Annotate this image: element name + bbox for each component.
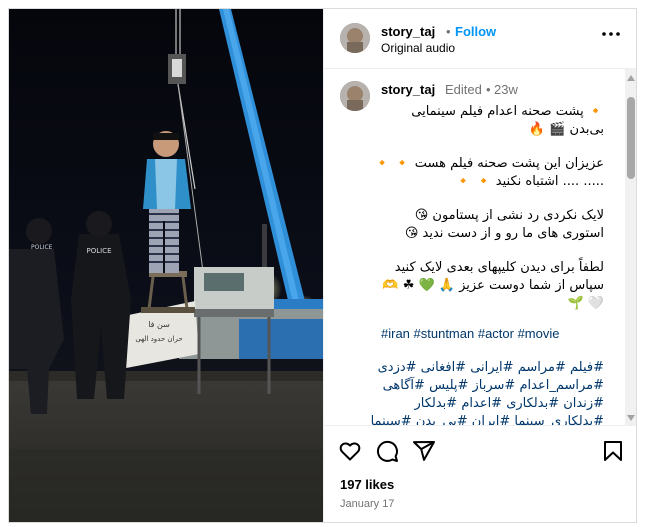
- scroll-up-icon[interactable]: [627, 75, 635, 81]
- scrollbar-thumb[interactable]: [627, 97, 635, 179]
- scroll-down-icon[interactable]: [627, 415, 635, 421]
- avatar[interactable]: [340, 23, 370, 53]
- share-icon[interactable]: [412, 439, 436, 463]
- action-bar: 197 likes January 17: [324, 425, 636, 522]
- header-username[interactable]: story_taj: [381, 24, 435, 39]
- hashtags-persian[interactable]: #زندان #بدلکاری #اعدام #بدلکار: [364, 395, 604, 413]
- hashtags-persian[interactable]: #مراسم_اعدام #سرباز #پلیس #آگاهی: [364, 377, 604, 395]
- svg-text:POLICE: POLICE: [31, 244, 53, 251]
- more-options-icon[interactable]: [600, 27, 622, 41]
- post-date[interactable]: January 17: [340, 498, 394, 510]
- caption-line: سپاس از شما دوست عزیز 🙏 💚 ☘ 🫶: [382, 278, 604, 293]
- audio-label[interactable]: Original audio: [381, 41, 455, 55]
- post-dialog: سن فا حران حدود الهی POLICE POLICE story…: [8, 8, 637, 523]
- bookmark-icon[interactable]: [601, 439, 625, 463]
- caption-line: عزیزان این پشت صحنه فیلم هست 🔸 🔸: [374, 156, 604, 171]
- post-sidebar: story_taj • Follow Original audio story_…: [323, 9, 636, 522]
- caption-line: لایک نکردی رد نشی از پستامون 😘: [414, 208, 604, 223]
- caption-time[interactable]: 23w: [494, 82, 518, 97]
- caption-line: بی‌بدن 🎬 🔥: [528, 122, 604, 137]
- follow-button[interactable]: Follow: [455, 24, 496, 39]
- caption-area: story_taj Edited • 23w 🔸 پشت صحنه اعدام …: [324, 69, 636, 425]
- post-header: story_taj • Follow Original audio: [324, 9, 636, 69]
- banner-text-1: سن فا: [148, 320, 170, 329]
- caption-separator: •: [486, 82, 491, 97]
- hashtags-persian[interactable]: #فیلم #مراسم #ایرانی #افغانی #دزدی: [364, 359, 604, 377]
- heart-icon[interactable]: [338, 439, 362, 463]
- hashtags-persian[interactable]: #بدلکاری_سینما #ایران #بی_بدن #سینما: [364, 413, 604, 425]
- edited-label: Edited: [445, 82, 482, 97]
- banner-text-2: حران حدود الهی: [135, 335, 182, 343]
- likes-count[interactable]: 197 likes: [340, 477, 394, 492]
- caption-line: 🔸 پشت صحنه اعدام فیلم سینمایی: [411, 104, 604, 119]
- post-video[interactable]: سن فا حران حدود الهی POLICE POLICE: [9, 9, 323, 522]
- caption-username[interactable]: story_taj: [381, 82, 435, 97]
- comment-icon[interactable]: [375, 439, 399, 463]
- vest-label: POLICE: [86, 247, 111, 255]
- caption-line: استوری های ما رو و از دست ندید 😘: [404, 226, 604, 241]
- header-separator: •: [446, 24, 451, 39]
- caption-line: ..... .... اشتباه نکنید 🔸 🔸: [455, 174, 604, 189]
- caption-line: لطفاً برای دیدن کلیپهای بعدی لایک کنید: [394, 260, 604, 275]
- caption-scrollbar[interactable]: [625, 69, 636, 425]
- caption-line: 🤍 🌱: [567, 296, 604, 311]
- hashtags-english[interactable]: #iran #stuntman #actor #movie: [381, 325, 559, 343]
